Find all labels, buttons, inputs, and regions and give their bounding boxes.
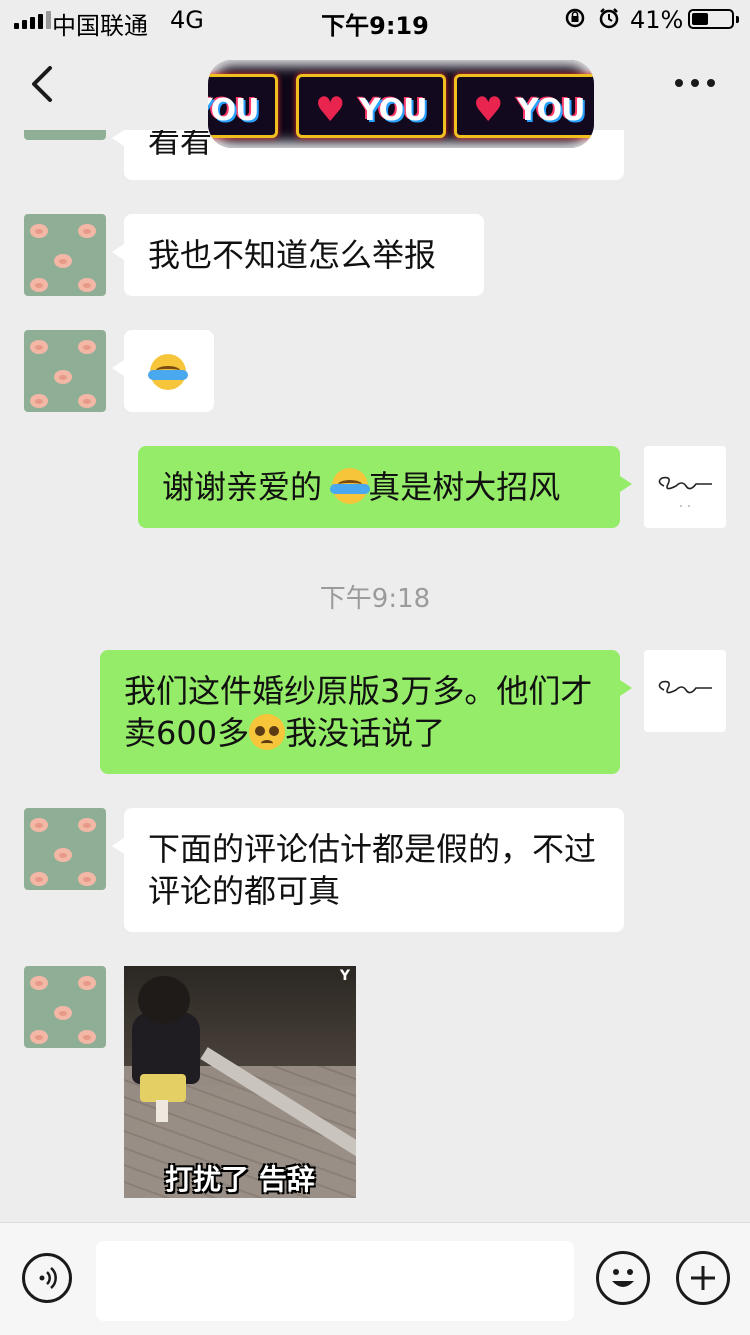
banner-word: YOU — [517, 93, 586, 128]
back-icon[interactable] — [24, 62, 64, 106]
gif-caption: 打扰了 告辞 — [165, 1163, 315, 1196]
message-text: 谢谢亲爱的 — [162, 468, 333, 506]
contact-avatar[interactable] — [24, 214, 106, 296]
voice-icon — [39, 1267, 57, 1289]
signature-logo-icon — [658, 476, 712, 507]
chat-header: ♥ YOU ♥ YOU ♥ YOU — [0, 40, 750, 148]
crying-laughing-emoji-icon — [330, 468, 371, 504]
input-bar — [0, 1222, 750, 1335]
contact-avatar[interactable] — [24, 808, 106, 890]
plus-icon — [691, 1266, 715, 1290]
battery-percent: 41% — [630, 6, 684, 34]
banner-tile: ♥ YOU — [454, 74, 594, 138]
signature-logo-icon — [658, 680, 712, 694]
message-bubble-received[interactable] — [112, 330, 214, 412]
banner-tile: ♥ YOU — [208, 74, 278, 138]
more-options-icon[interactable] — [670, 68, 720, 98]
message-text: 下面的评论估计都是假的，不过评论的都可真 — [148, 830, 597, 910]
voice-input-button[interactable] — [22, 1253, 72, 1303]
heart-icon: ♥ — [315, 90, 346, 130]
crying-laughing-emoji-icon — [148, 354, 188, 390]
status-bar: 中国联通 4G 下午9:19 41% — [0, 0, 750, 40]
chat-timestamp: 下午9:18 — [319, 584, 431, 614]
message-bubble-received[interactable]: 下面的评论估计都是假的，不过评论的都可真 — [112, 808, 624, 932]
my-avatar[interactable] — [644, 650, 726, 732]
alarm-icon — [599, 8, 619, 29]
more-functions-button[interactable] — [676, 1251, 730, 1305]
banner-word: YOU — [359, 93, 428, 128]
pleading-face-emoji-icon — [249, 714, 286, 750]
message-bubble-received[interactable]: 我也不知道怎么举报 — [112, 214, 484, 296]
contact-avatar[interactable] — [24, 330, 106, 412]
chat-title-banner: ♥ YOU ♥ YOU ♥ YOU — [208, 60, 594, 148]
battery-icon — [688, 9, 739, 29]
message-text: 真是树大招风 — [368, 468, 561, 506]
contact-avatar[interactable] — [24, 966, 106, 1048]
emoji-button[interactable] — [596, 1251, 650, 1305]
gif-watermark: Y — [339, 968, 350, 984]
my-avatar[interactable] — [644, 446, 726, 528]
message-text: 我也不知道怎么举报 — [148, 236, 437, 274]
message-input[interactable] — [96, 1241, 574, 1321]
heart-icon: ♥ — [473, 90, 504, 130]
banner-tile: ♥ YOU — [296, 74, 446, 138]
message-text: 我没话说了 — [285, 714, 446, 752]
banner-word: YOU — [208, 93, 260, 128]
message-bubble-sent[interactable]: 谢谢亲爱的 真是树大招风 — [138, 446, 632, 528]
message-bubble-sent[interactable]: 我们这件婚纱原版3万多。他们才卖600多 我没话说了 — [100, 650, 632, 774]
smiley-icon — [612, 1269, 634, 1287]
sticker-gif[interactable]: Y 打扰了 告辞 — [124, 966, 356, 1198]
rotation-lock-icon — [565, 8, 585, 28]
